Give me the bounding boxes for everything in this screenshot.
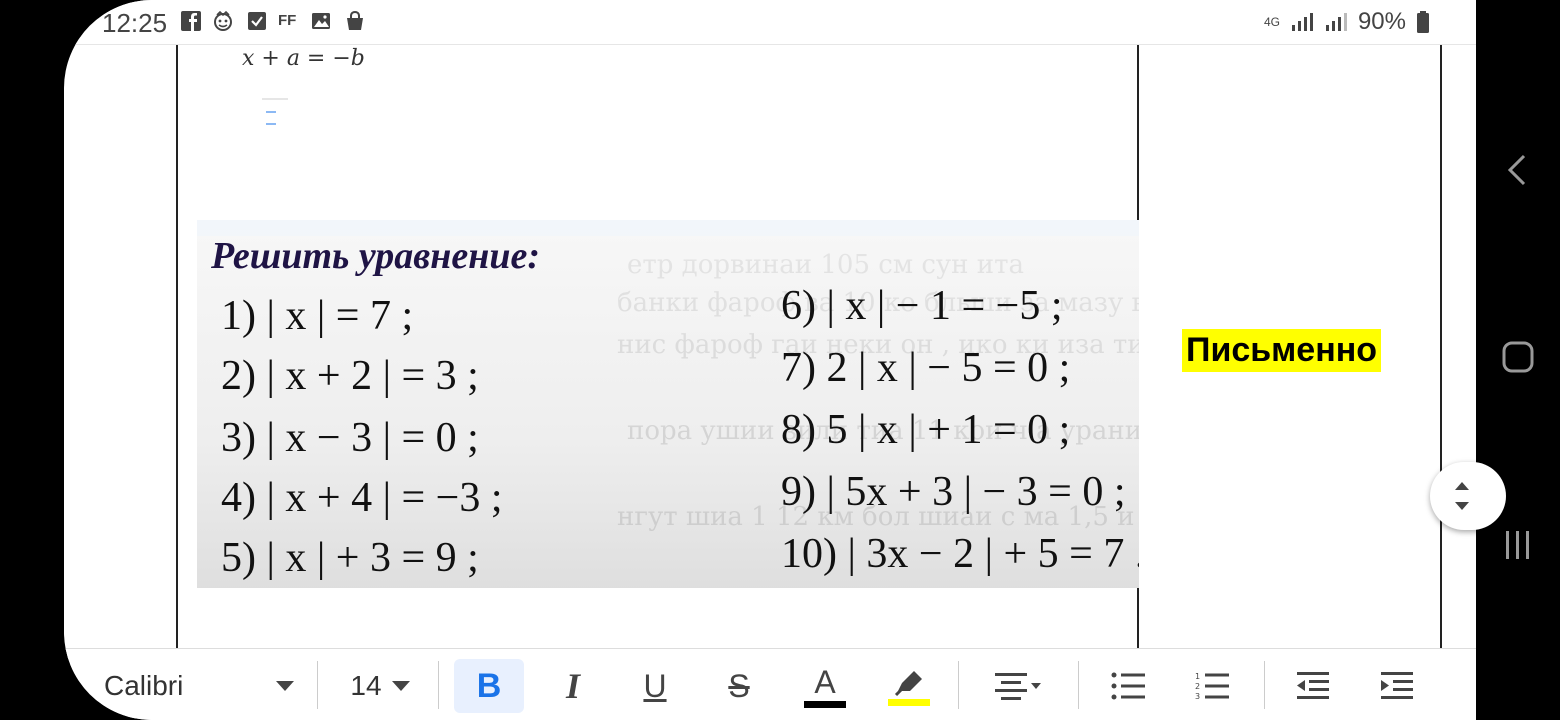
equation-6: 6) | x | − 1 = −5 ; — [781, 283, 1063, 329]
underline-button[interactable]: U — [620, 659, 690, 713]
equation-9: 9) | 5x + 3 | − 3 = 0 ; — [781, 469, 1126, 515]
highlighted-label: Письменно — [1182, 329, 1382, 372]
back-icon[interactable] — [1498, 150, 1538, 190]
network-type: 4G — [1263, 15, 1280, 29]
checkbox-icon — [248, 12, 266, 30]
recents-icon[interactable] — [1498, 525, 1538, 565]
font-size-value: 14 — [350, 670, 382, 701]
signal-icon-2 — [1325, 13, 1347, 31]
battery-percent: 90% — [1357, 8, 1406, 35]
text-cursor-icon — [262, 98, 288, 125]
underline-icon: U — [643, 667, 667, 704]
fast-scroll-handle[interactable] — [1430, 462, 1506, 530]
bold-icon: B — [476, 666, 502, 705]
italic-icon: I — [565, 666, 580, 706]
status-bar: 12:25 FF 4G 90% — [64, 0, 1476, 45]
increase-indent-button[interactable] — [1362, 659, 1432, 713]
equation-8: 8) 5 | x | + 1 = 0 ; — [781, 407, 1071, 453]
status-right-group: 4G 90% — [1264, 8, 1430, 36]
chevron-down-icon — [391, 681, 410, 691]
toolbar-divider — [317, 661, 318, 709]
toolbar-divider — [958, 661, 959, 709]
numbered-list-button[interactable]: 1 2 3 — [1178, 659, 1248, 713]
equation-3: 3) | x − 3 | = 0 ; — [221, 415, 479, 461]
equation-7: 7) 2 | x | − 5 = 0 ; — [781, 345, 1071, 391]
align-center-icon — [995, 673, 1041, 700]
formatting-toolbar: Calibri 14 B I U S A 1 2 3 — [64, 648, 1476, 720]
text-color-swatch — [804, 700, 846, 708]
device-screen: x + a = −b етр дорвинаи 105 см сун ита б… — [64, 0, 1476, 720]
strikethrough-icon: S — [728, 667, 750, 704]
signal-icon — [1291, 13, 1313, 31]
battery-icon — [1417, 11, 1429, 33]
bold-button[interactable]: B — [454, 659, 524, 713]
svg-text:3: 3 — [1195, 692, 1200, 701]
font-size-dropdown[interactable]: 14 — [340, 659, 420, 713]
scroll-arrows-icon — [1455, 482, 1469, 510]
highlighter-icon — [894, 670, 922, 696]
bulleted-list-icon — [1111, 672, 1145, 700]
document-canvas[interactable]: x + a = −b етр дорвинаи 105 см сун ита б… — [64, 0, 1476, 650]
status-time: 12:25 — [102, 8, 168, 38]
face-icon — [214, 10, 232, 31]
equation-4: 4) | x + 4 | = −3 ; — [221, 475, 503, 521]
font-family-value: Calibri — [104, 670, 184, 701]
svg-text:1: 1 — [1195, 672, 1200, 681]
toolbar-divider — [1078, 661, 1079, 709]
problem-title: Решить уравнение: — [211, 235, 540, 277]
numbered-list-icon: 1 2 3 — [1195, 672, 1229, 701]
equations-image[interactable]: етр дорвинаи 105 см сун ита банки фароф … — [197, 220, 1139, 588]
decrease-indent-icon — [1297, 672, 1329, 699]
highlight-button[interactable] — [874, 659, 944, 713]
system-navigation-bar — [1476, 0, 1560, 720]
table-border-right — [1440, 0, 1442, 650]
svg-text:2: 2 — [1195, 682, 1200, 691]
equation-2: 2) | x + 2 | = 3 ; — [221, 353, 479, 399]
equation-1: 1) | x | = 7 ; — [221, 293, 414, 339]
ff-icon: FF — [278, 12, 297, 29]
toolbar-divider — [1264, 661, 1265, 709]
text-color-icon: A — [814, 663, 836, 700]
table-border-left — [176, 0, 178, 650]
bulleted-list-button[interactable] — [1094, 659, 1164, 713]
font-family-dropdown[interactable]: Calibri — [104, 659, 294, 713]
italic-button[interactable]: I — [538, 659, 608, 713]
highlight-color-swatch — [888, 698, 930, 706]
strikethrough-button[interactable]: S — [704, 659, 774, 713]
toolbar-divider — [438, 661, 439, 709]
increase-indent-icon — [1381, 672, 1413, 699]
bag-icon — [347, 10, 363, 30]
decrease-indent-button[interactable] — [1278, 659, 1348, 713]
text-color-button[interactable]: A — [790, 659, 860, 713]
image-icon — [312, 13, 330, 29]
equation-10: 10) | 3x − 2 | + 5 = 7 . — [781, 531, 1139, 577]
equation-5: 5) | x | + 3 = 9 ; — [221, 535, 479, 581]
align-dropdown[interactable] — [978, 659, 1058, 713]
formula-fragment: x + a = −b — [242, 46, 365, 71]
facebook-icon — [181, 11, 201, 31]
home-icon[interactable] — [1498, 337, 1538, 377]
chevron-down-icon — [276, 681, 294, 691]
